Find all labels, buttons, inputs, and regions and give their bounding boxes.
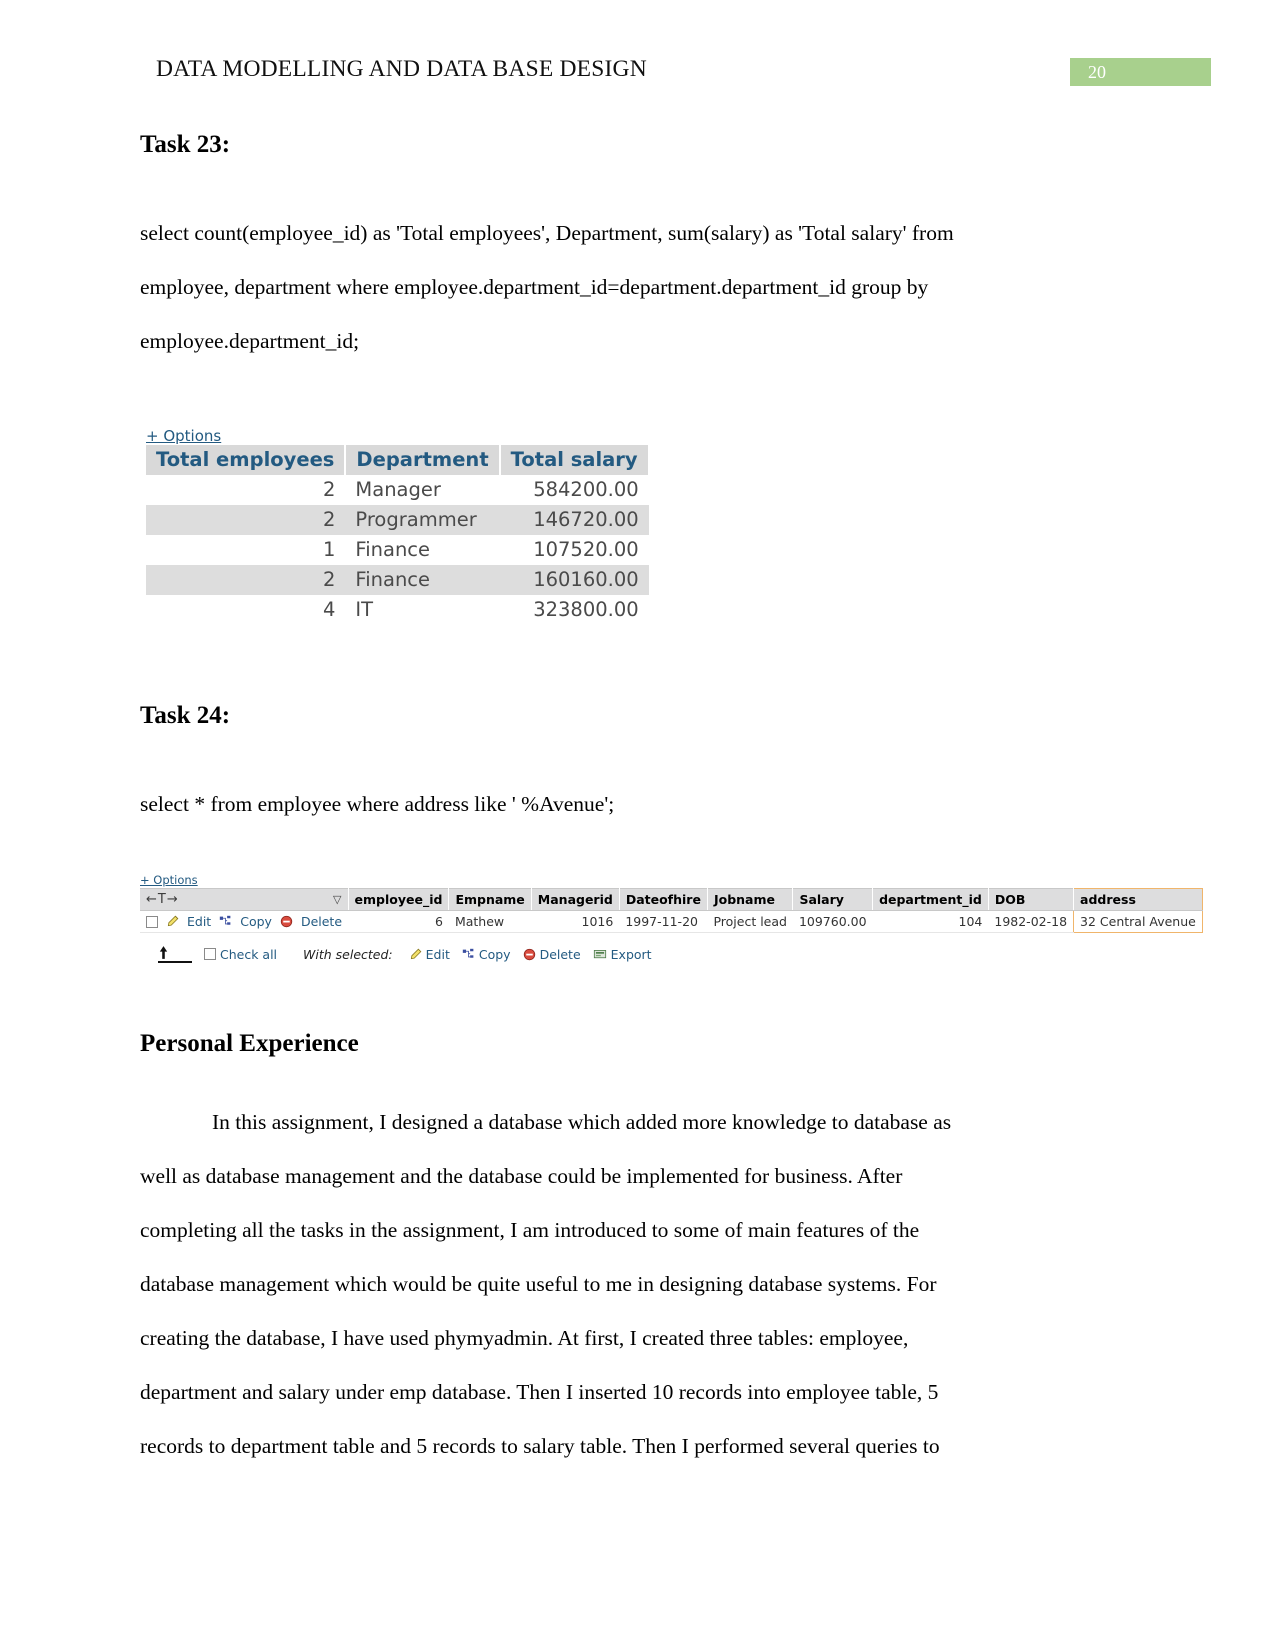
row-actions-cell: Edit Copy Delete — [140, 910, 349, 933]
personal-experience-heading: Personal Experience — [140, 1030, 359, 1057]
bulk-edit-label[interactable]: Edit — [426, 947, 450, 962]
table-row: 2 Finance 160160.00 — [146, 565, 649, 595]
select-all-arrow-icon[interactable] — [158, 945, 192, 963]
cell-dateofhire: 1997-11-20 — [619, 910, 708, 933]
cell-total-employees: 1 — [323, 538, 336, 561]
task-23-result-table: Total employees Department Total salary … — [146, 445, 650, 625]
bulk-delete-action[interactable]: Delete — [523, 947, 581, 962]
check-all-control[interactable]: Check all — [204, 947, 277, 962]
column-header-total-salary[interactable]: Total salary — [499, 445, 650, 475]
options-toggle-link[interactable]: + Options — [146, 427, 221, 445]
personal-experience-line-6: department and salary under emp database… — [140, 1380, 939, 1404]
bulk-copy-action[interactable]: Copy — [462, 947, 511, 962]
bulk-edit-action[interactable]: Edit — [409, 947, 450, 962]
task-23-query-line-2: employee, department where employee.depa… — [140, 275, 929, 299]
cell-department: Manager — [355, 478, 441, 501]
page-title: DATA MODELLING AND DATA BASE DESIGN — [156, 56, 647, 82]
nav-arrows-icon[interactable]: ←T→ — [146, 892, 179, 907]
pencil-icon[interactable] — [409, 948, 422, 961]
cell-total-salary: 107520.00 — [533, 538, 639, 561]
delete-icon[interactable] — [523, 948, 536, 961]
table-row: 4 IT 323800.00 — [146, 595, 649, 625]
personal-experience-line-2: well as database management and the data… — [140, 1164, 903, 1188]
pencil-icon[interactable] — [166, 915, 179, 928]
column-header-address[interactable]: address — [1073, 888, 1203, 911]
column-header-department-id[interactable]: department_id — [872, 888, 989, 911]
cell-salary: 109760.00 — [792, 910, 873, 933]
bulk-delete-label[interactable]: Delete — [540, 947, 581, 962]
cell-department: Finance — [355, 538, 431, 561]
column-header-department[interactable]: Department — [345, 445, 501, 475]
task-24-result-screenshot: + Options ←T→ ▽ employee_id Empname Mana… — [140, 869, 1203, 963]
table-footer-actions: Check all With selected: Edit Copy Delet… — [140, 945, 1050, 963]
page-number-badge: 20 — [1070, 58, 1211, 86]
check-all-checkbox[interactable] — [204, 948, 216, 960]
cell-total-employees: 2 — [323, 478, 336, 501]
check-all-label[interactable]: Check all — [220, 947, 277, 962]
row-copy-link[interactable]: Copy — [240, 914, 272, 929]
task-24-heading: Task 24: — [140, 702, 231, 729]
copy-icon[interactable] — [462, 948, 475, 961]
column-header-dateofhire[interactable]: Dateofhire — [619, 888, 708, 911]
cell-total-employees: 4 — [323, 598, 336, 621]
document-content: Task 23: select count(employee_id) as 'T… — [140, 130, 1203, 1473]
cell-total-salary: 160160.00 — [499, 565, 649, 595]
column-header-salary[interactable]: Salary — [792, 888, 874, 911]
personal-experience-line-7: records to department table and 5 record… — [140, 1434, 940, 1458]
cell-department-id: 104 — [872, 910, 989, 933]
cell-department: Programmer — [345, 505, 500, 535]
cell-department: Finance — [345, 565, 500, 595]
cell-employee-id: 6 — [348, 910, 449, 933]
row-nav-header: ←T→ ▽ — [140, 888, 349, 911]
with-selected-label: With selected: — [303, 946, 393, 962]
column-header-total-employees[interactable]: Total employees — [146, 445, 347, 475]
column-header-empname[interactable]: Empname — [448, 888, 532, 911]
task-23-query-line-3: employee.department_id; — [140, 329, 360, 353]
delete-icon[interactable] — [280, 915, 293, 928]
cell-managerid: 1016 — [531, 910, 620, 933]
personal-experience-line-4: database management which would be quite… — [140, 1272, 937, 1296]
personal-experience-line-1: In this assignment, I designed a databas… — [212, 1110, 952, 1134]
table-row: Edit Copy Delete 6 Mathew 1016 1997-11-2… — [140, 910, 1203, 933]
column-header-jobname[interactable]: Jobname — [707, 888, 794, 911]
task-23-result-screenshot: + Options Total employees Department Tot… — [146, 426, 1050, 625]
table-header-row: Total employees Department Total salary — [146, 445, 650, 475]
personal-experience-line-3: completing all the tasks in the assignme… — [140, 1218, 920, 1242]
cell-total-salary: 323800.00 — [533, 598, 639, 621]
cell-dob: 1982-02-18 — [988, 910, 1074, 933]
cell-total-salary: 146720.00 — [499, 505, 649, 535]
row-delete-link[interactable]: Delete — [301, 914, 342, 929]
task-23-heading: Task 23: — [140, 131, 231, 158]
copy-icon[interactable] — [219, 915, 232, 928]
cell-total-salary: 584200.00 — [533, 478, 639, 501]
table-row: 1 Finance 107520.00 — [146, 535, 649, 565]
column-header-managerid[interactable]: Managerid — [531, 888, 620, 911]
cell-empname: Mathew — [448, 910, 532, 933]
export-icon[interactable] — [593, 948, 607, 961]
cell-total-employees: 2 — [146, 505, 346, 535]
cell-address: 32 Central Avenue — [1073, 910, 1203, 933]
table-row: 2 Manager 584200.00 — [146, 475, 649, 505]
bulk-export-label[interactable]: Export — [611, 947, 652, 962]
cell-department: IT — [355, 598, 374, 621]
column-header-dob[interactable]: DOB — [988, 888, 1075, 911]
task-23-query-line-1: select count(employee_id) as 'Total empl… — [140, 221, 954, 245]
column-header-employee-id[interactable]: employee_id — [348, 888, 450, 911]
row-select-checkbox[interactable] — [146, 915, 158, 928]
chevron-down-icon[interactable]: ▽ — [333, 893, 341, 906]
personal-experience-line-5: creating the database, I have used phymy… — [140, 1326, 909, 1350]
table-header-row: ←T→ ▽ employee_id Empname Managerid Date… — [140, 888, 1203, 911]
bulk-copy-label[interactable]: Copy — [479, 947, 511, 962]
table-row: 2 Programmer 146720.00 — [146, 505, 649, 535]
row-edit-link[interactable]: Edit — [187, 914, 211, 929]
cell-total-employees: 2 — [146, 565, 346, 595]
task-24-query-line-1: select * from employee where address lik… — [140, 792, 615, 816]
cell-jobname: Project lead — [707, 910, 793, 933]
page-header: DATA MODELLING AND DATA BASE DESIGN 20 — [0, 0, 1275, 112]
bulk-export-action[interactable]: Export — [593, 947, 652, 962]
options-toggle-link[interactable]: + Options — [140, 873, 198, 887]
task-24-result-table: ←T→ ▽ employee_id Empname Managerid Date… — [140, 888, 1203, 933]
